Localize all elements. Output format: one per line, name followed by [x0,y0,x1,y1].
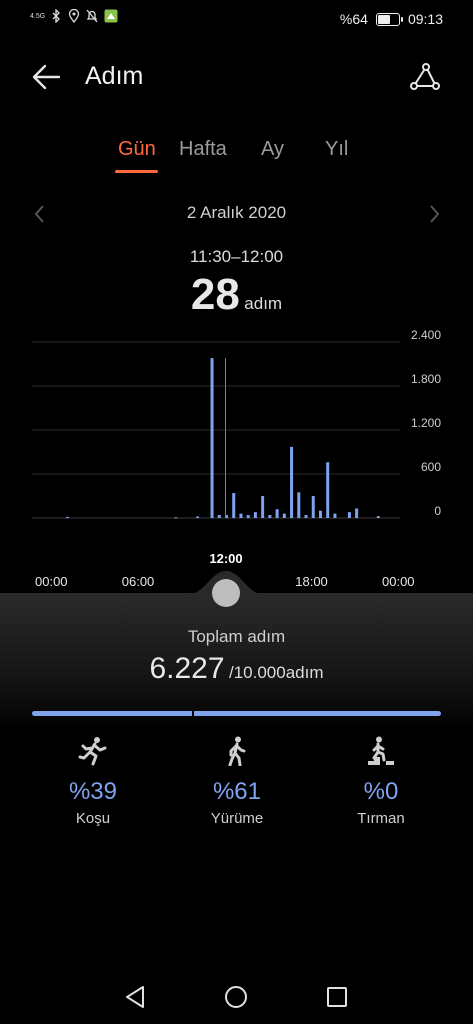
chart-bar [347,512,351,518]
system-navigation-bar [0,972,473,1024]
activity-split-bar [32,711,441,716]
nav-back-icon[interactable] [123,984,149,1010]
chart-bar [333,513,337,518]
chart-bar [239,513,243,518]
total-steps-goal: /10.000adım [229,663,324,682]
chart-bar [311,496,315,518]
status-bar: 4.5G %64 09:13 [0,0,473,40]
walking-percent: %61 [212,778,262,805]
activity-running: %39 Koşu [33,736,153,827]
nav-recents-icon[interactable] [324,984,350,1010]
tab-year[interactable]: Yıl [325,138,348,161]
chart-bar [196,516,200,518]
bluetooth-icon [52,9,60,23]
chart-bar [304,515,308,518]
time-slider-handle[interactable] [212,579,240,607]
running-percent: %39 [68,778,118,805]
y-tick-label: 600 [420,460,441,474]
chart-bar [253,512,257,518]
marker-time-label: 12:00 [209,551,243,566]
battery-percent: %64 [339,11,368,27]
tab-month[interactable]: Ay [261,138,284,161]
chart-bar [210,358,214,518]
battery-icon [375,12,403,26]
walking-share-bar [194,711,441,716]
period-tabs: Gün Hafta Ay Yıl [0,138,473,178]
activity-climbing: %0 Tırman [321,736,441,827]
total-steps-label: Toplam adım [187,627,286,646]
running-share-bar [32,711,192,716]
tab-day[interactable]: Gün [118,138,156,161]
climbing-percent: %0 [363,778,399,805]
active-tab-indicator [115,170,158,173]
climbing-icon [368,736,394,765]
chart-canvas [32,341,400,519]
chart-bar [297,492,301,518]
chart-bar [282,513,286,518]
chevron-right-icon[interactable] [426,204,442,224]
tab-week[interactable]: Hafta [179,138,227,161]
network-indicator: 4.5G [30,12,46,20]
selected-time-range: 11:30–12:00 [189,247,284,266]
y-tick-label: 1.800 [410,372,441,386]
selected-step-unit: adım [244,294,283,313]
clock: 09:13 [407,11,443,27]
share-icon[interactable] [408,61,440,93]
y-tick-label: 1.200 [410,416,441,430]
running-label: Koşu [75,810,111,827]
location-icon [68,9,80,23]
activity-walking: %61 Yürüme [177,736,297,827]
chart-bar [232,493,236,518]
nav-home-icon[interactable] [223,984,249,1010]
selected-steps: 28 adım [0,270,473,320]
chart-bar [275,509,279,518]
chart-bar [217,515,221,518]
bell-off-icon [86,9,98,23]
arrow-left-icon[interactable] [32,62,62,92]
chart-bar [355,508,359,518]
y-tick-label: 0 [434,504,441,518]
chart-bar [376,516,380,518]
chart-bar [326,462,330,518]
date-navigator: 2 Aralık 2020 [0,200,473,230]
walking-icon [228,736,246,766]
chart-bar [318,510,322,518]
chart-bar [65,516,69,518]
chart-bar [261,496,265,518]
chart-bar [246,515,250,518]
app-header: Adım [0,52,473,102]
selected-step-count: 28 [190,270,240,319]
climbing-label: Tırman [357,810,405,827]
y-tick-label: 2.400 [410,328,441,342]
total-steps: 6.227 /10.000adım [0,652,473,686]
total-steps-value: 6.227 [149,652,225,685]
steps-chart[interactable]: 2.400 1.800 1.200 600 0 [0,328,473,530]
chart-bar [290,446,294,518]
chart-bar [268,515,272,518]
app-notification-icon [104,9,118,23]
walking-label: Yürüme [210,810,264,827]
date-label: 2 Aralık 2020 [186,203,287,222]
chart-bar [174,517,178,519]
running-icon [78,737,107,766]
page-title: Adım [85,62,144,90]
